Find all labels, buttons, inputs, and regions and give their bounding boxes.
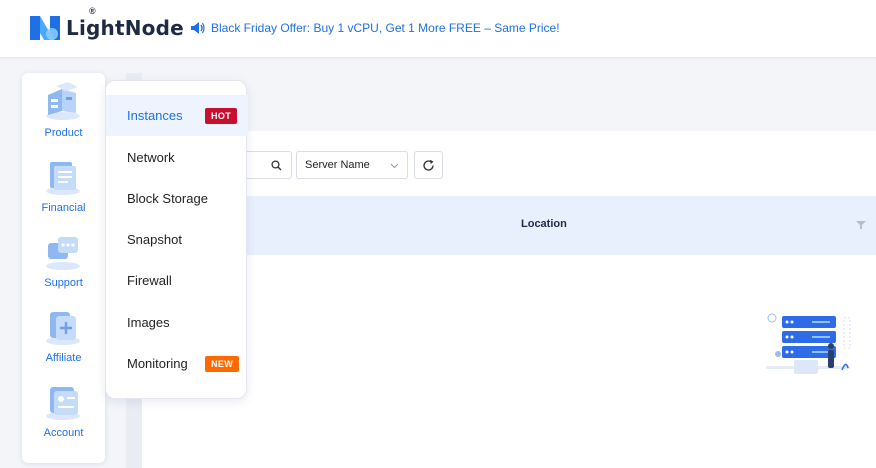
financial-icon (46, 162, 80, 195)
new-badge: NEW (205, 356, 240, 372)
search-icon (271, 160, 282, 171)
menu-item-label: Network (127, 150, 175, 165)
table-header (142, 196, 876, 255)
refresh-icon (423, 159, 434, 171)
menu-item-label: Images (127, 315, 170, 330)
support-icon (46, 237, 80, 270)
menu-item-snapshot[interactable]: Snapshot (106, 219, 248, 260)
column-header-location: Location (521, 218, 567, 230)
affiliate-icon (46, 312, 80, 345)
menu-item-label: Block Storage (127, 191, 208, 206)
nav-item-account[interactable]: Account (22, 373, 105, 448)
nav-item-affiliate[interactable]: Affiliate (22, 298, 105, 373)
lightnode-logo-icon (30, 16, 60, 40)
menu-item-block-storage[interactable]: Block Storage (106, 178, 248, 219)
nav-label-financial: Financial (41, 202, 86, 214)
menu-item-instances[interactable]: Instances HOT (106, 95, 248, 136)
nav-item-product[interactable]: Product (22, 73, 105, 148)
product-dropdown-menu: Instances HOT Network Block Storage Snap… (105, 80, 248, 399)
menu-item-network[interactable]: Network (106, 137, 248, 178)
menu-item-monitoring[interactable]: Monitoring NEW (106, 343, 248, 384)
account-icon (46, 387, 80, 420)
menu-item-label: Firewall (127, 273, 172, 288)
promo-banner[interactable]: Black Friday Offer: Buy 1 vCPU, Get 1 Mo… (190, 19, 560, 37)
empty-state-illustration-icon (766, 313, 851, 374)
promo-text: Black Friday Offer: Buy 1 vCPU, Get 1 Mo… (211, 21, 560, 35)
menu-item-label: Snapshot (127, 232, 182, 247)
menu-item-firewall[interactable]: Firewall (106, 260, 248, 301)
product-icon (46, 82, 80, 120)
nav-label-support: Support (44, 277, 83, 289)
nav-label-product: Product (44, 127, 83, 139)
nav-item-support[interactable]: Support (22, 223, 105, 298)
top-header: LightNode ® Black Friday Offer: Buy 1 vC… (0, 0, 876, 58)
filter-select[interactable]: Server Name (296, 151, 408, 179)
left-nav: Product Financial Support Affiliate Acco… (22, 73, 105, 463)
refresh-button[interactable] (414, 151, 443, 179)
nav-item-financial[interactable]: Financial (22, 148, 105, 223)
brand-logo[interactable]: LightNode ® (30, 6, 184, 44)
menu-item-label: Monitoring (127, 356, 188, 371)
nav-label-account: Account (43, 427, 84, 439)
menu-item-images[interactable]: Images (106, 302, 248, 343)
hot-badge: HOT (205, 108, 238, 124)
megaphone-icon (191, 22, 205, 34)
brand-name: LightNode (66, 16, 184, 40)
nav-label-affiliate: Affiliate (45, 352, 82, 364)
menu-item-label: Instances (127, 108, 183, 123)
registered-mark: ® (89, 6, 96, 16)
main-content (142, 131, 876, 468)
filter-select-value: Server Name (305, 159, 370, 171)
chevron-down-icon (390, 163, 399, 169)
filter-icon[interactable] (856, 221, 866, 229)
